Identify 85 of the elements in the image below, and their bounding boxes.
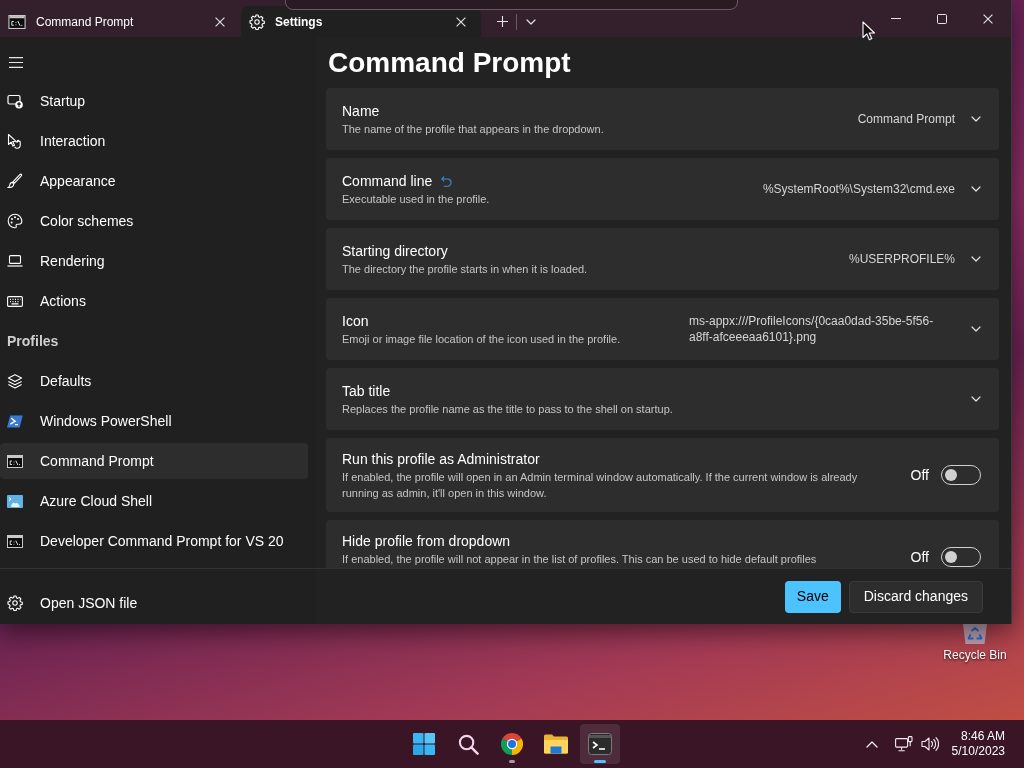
chevron-down-icon[interactable] [971,186,981,192]
page-title: Command Prompt [327,46,572,80]
plus-icon [496,16,508,27]
close-icon [456,16,466,27]
close-icon [983,13,993,24]
setting-description: Executable used in the profile. [342,192,491,207]
toggle-state-label: Off [910,547,929,567]
setting-title: Command line [342,172,433,191]
laptop-icon [7,255,23,267]
console-window-icon [7,534,23,548]
section-header: Profiles [6,331,60,351]
setting-card[interactable]: Starting directory The directory the profile starts in when it is loaded. %USERPROFILE% [326,228,999,290]
cloud-console-icon [7,494,23,508]
nav-item[interactable]: Rendering [0,243,308,279]
prompt-tile-icon [7,414,23,428]
windows-logo-icon [413,733,435,755]
desktop-icon-label[interactable]: Recycle Bin [943,648,1007,662]
chevron-down-icon[interactable] [971,326,981,332]
chevron-down-icon[interactable] [971,116,981,122]
setting-title: Run this profile as Administrator [342,450,540,469]
setting-title: Icon [342,312,369,331]
monitor-arrow-icon [7,93,23,109]
setting-description: If enabled, the profile will open in an Admin terminal window automatically. If the current window is already running as admin, it'll open in this window. [342,470,859,501]
menu-icon [9,56,23,68]
chevron-down-icon[interactable] [971,396,981,402]
toggle-state-label: Off [910,465,929,485]
folder-icon [544,734,568,754]
setting-description: The directory the profile starts in when it is loaded. [342,262,589,277]
setting-value: Command Prompt [857,111,955,127]
chevron-down-icon [526,18,536,25]
chevron-up-icon[interactable] [865,740,878,748]
minimize-icon [891,18,901,19]
nav-item[interactable]: Actions [0,283,308,319]
setting-description: If enabled, the profile will not appear in the list of profiles. This can be used to hide default profiles [342,552,818,567]
setting-description: Emoji or image file location of the icon used in the profile. [342,332,622,347]
keyboard-icon [7,295,23,307]
tab[interactable]: Settings [241,6,481,37]
clock-date[interactable]: 5/10/2023 [951,744,1005,759]
setting-title: Hide profile from dropdown [342,532,511,551]
gear-icon [7,595,23,611]
nav-item[interactable]: Windows PowerShell [0,403,308,439]
browser-icon [501,733,523,755]
gear-icon [249,13,265,30]
setting-title: Name [342,102,380,121]
setting-description: Replaces the profile name as the title to pass to the shell on startup. [342,402,674,417]
setting-card[interactable]: Icon Emoji or image file location of the icon used in the profile. ms-appx:///ProfileIcons/{0caa0dad-35be-5f56-a8ff-afceeeaa6101}.png [326,298,999,360]
discard-button[interactable]: Discard changes [848,580,983,613]
setting-description: The name of the profile that appears in the dropdown. [342,122,605,137]
terminal-button[interactable] [580,724,620,764]
network-icon[interactable] [894,736,913,752]
maximize-icon [937,13,947,24]
setting-value: %USERPROFILE% [848,251,955,267]
close-icon [215,16,225,27]
search-icon [457,733,479,755]
volume-icon[interactable] [920,736,939,752]
nav-item[interactable]: Defaults [0,363,308,399]
setting-card[interactable]: Name The name of the profile that appears in the dropdown. Command Prompt [326,88,999,150]
setting-title: Tab title [342,382,391,401]
nav-item[interactable]: Developer Command Prompt for VS 20 [0,523,308,559]
layers-icon [7,373,23,389]
nav-item[interactable]: Color schemes [0,203,308,239]
setting-card[interactable]: Tab title Replaces the profile name as the title to pass to the shell on startup. [326,368,999,430]
setting-value: ms-appx:///ProfileIcons/{0caa0dad-35be-5f56-a8ff-afceeeaa6101}.png [689,313,935,345]
chevron-down-icon[interactable] [971,256,981,262]
terminal-icon [588,733,612,755]
console-window-icon [7,454,23,468]
nav-item[interactable]: Command Prompt [0,443,308,479]
setting-value: %SystemRoot%\System32\cmd.exe [762,181,955,197]
pointer-hand-icon [7,133,23,149]
nav-item[interactable]: Open JSON file [0,585,308,621]
tab[interactable]: Command Prompt [0,6,240,37]
clock-time[interactable]: 8:46 AM [960,729,1005,744]
save-button[interactable]: Save [784,580,841,613]
setting-title: Starting directory [342,242,448,261]
nav-item[interactable]: Startup [0,83,308,119]
palette-icon [7,213,23,229]
nav-item[interactable]: Interaction [0,123,308,159]
setting-card[interactable]: Command line Executable used in the profile. %SystemRoot%\System32\cmd.exe [326,158,999,220]
nav-item[interactable]: Appearance [0,163,308,199]
mouse-pointer-icon [862,21,875,41]
console-window-icon [8,14,26,29]
recycle-bin-icon[interactable] [962,624,988,644]
undo-icon[interactable] [441,175,453,187]
nav-item[interactable]: Azure Cloud Shell [0,483,308,519]
brush-icon [7,173,23,189]
